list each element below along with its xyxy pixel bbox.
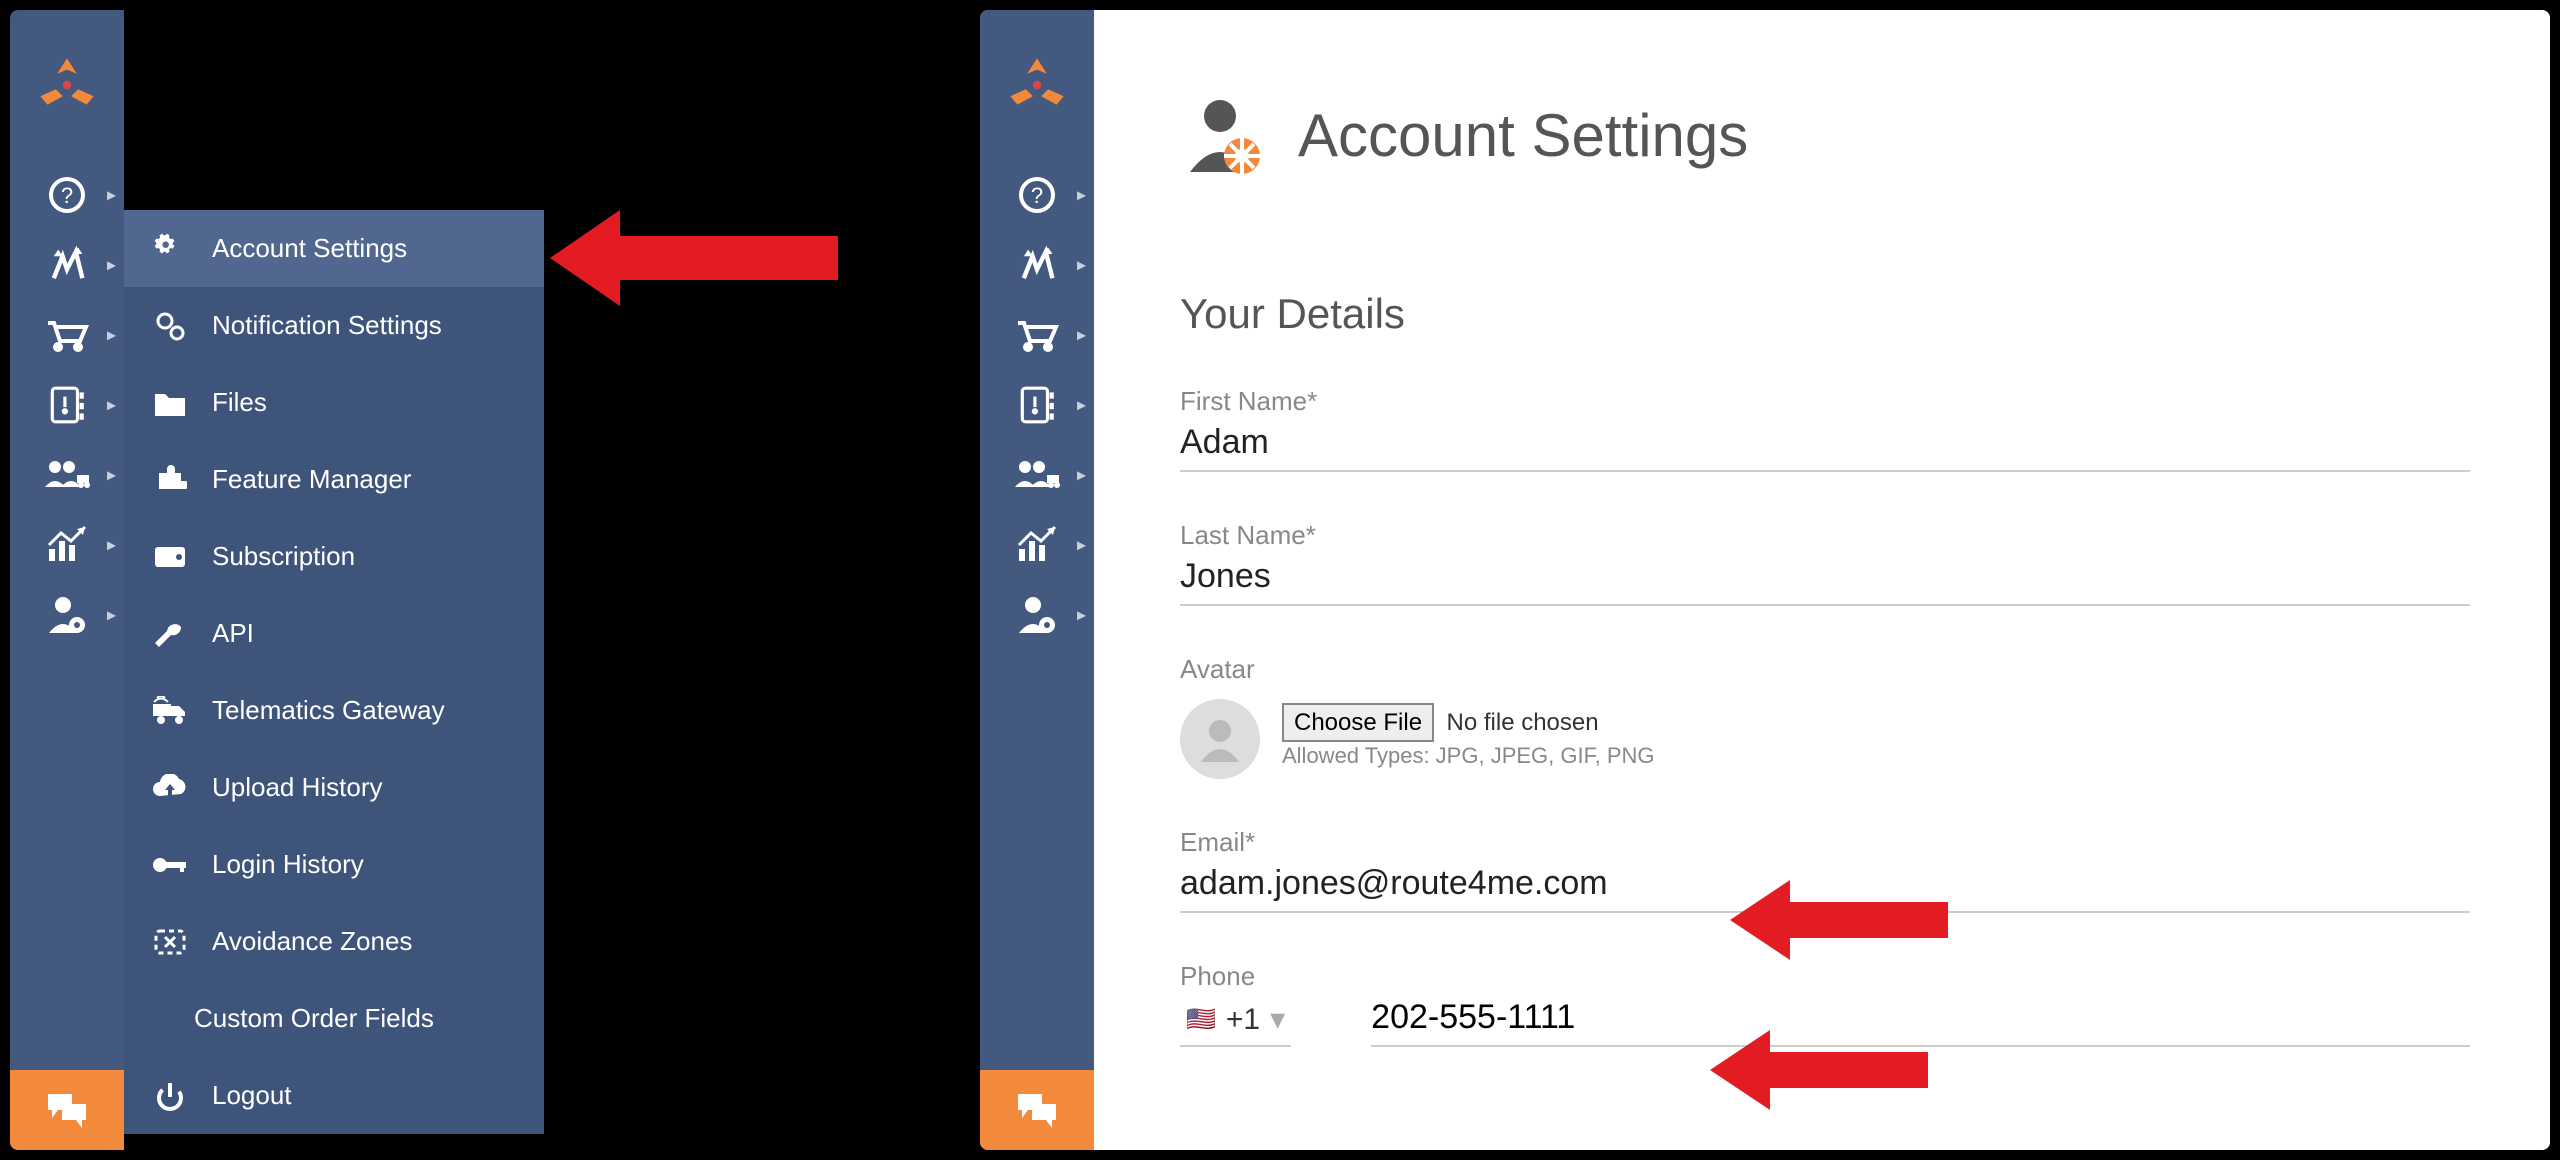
chevron-right-icon: ▸	[107, 185, 116, 206]
flyout-feature-manager[interactable]: Feature Manager	[124, 441, 544, 518]
wrench-icon	[150, 614, 190, 654]
flyout-item-label: Login History	[212, 849, 364, 880]
nav-analytics[interactable]: ▸	[980, 510, 1094, 580]
chevron-right-icon: ▸	[1077, 605, 1086, 626]
flyout-api[interactable]: API	[124, 595, 544, 672]
phone-input[interactable]: 202-555-1111	[1371, 992, 2470, 1047]
chevron-right-icon: ▸	[1077, 255, 1086, 276]
flyout-avoidance-zones[interactable]: Avoidance Zones	[124, 903, 544, 980]
chevron-right-icon: ▸	[1077, 325, 1086, 346]
phone-country-select[interactable]: 🇺🇸 +1 ▾	[1180, 996, 1291, 1047]
nav-team[interactable]: ▸	[10, 440, 124, 510]
no-file-text: No file chosen	[1447, 709, 1599, 736]
flyout-item-label: Account Settings	[212, 233, 407, 264]
email-label: Email*	[1180, 827, 2470, 858]
flyout-item-label: Files	[212, 387, 267, 418]
nav-routes[interactable]: ▸	[10, 230, 124, 300]
svg-text:?: ?	[61, 183, 73, 208]
nav-rail: ? ▸ ▸ ▸ ▸ ▸ ▸	[10, 10, 124, 1150]
nav-chat[interactable]	[980, 1070, 1094, 1150]
page-title-text: Account Settings	[1298, 101, 1748, 170]
nav-account[interactable]: ▸	[980, 580, 1094, 650]
nav-team[interactable]: ▸	[980, 440, 1094, 510]
gears-icon	[150, 306, 190, 346]
nav-help[interactable]: ? ▸	[10, 160, 124, 230]
flyout-item-label: Telematics Gateway	[212, 695, 445, 726]
nav-orders[interactable]: ▸	[10, 300, 124, 370]
last-name-input[interactable]: Jones	[1180, 551, 2470, 606]
flyout-files[interactable]: Files	[124, 364, 544, 441]
left-panel: ? ▸ ▸ ▸ ▸ ▸ ▸	[10, 10, 970, 1150]
flyout-item-label: Feature Manager	[212, 464, 411, 495]
puzzle-icon	[150, 460, 190, 500]
avatar-label: Avatar	[1180, 654, 2470, 685]
flyout-logout[interactable]: Logout	[124, 1057, 544, 1134]
power-icon	[150, 1076, 190, 1116]
nav-rail: ?▸ ▸ ▸ ▸ ▸ ▸ ▸	[980, 10, 1094, 1150]
chevron-down-icon: ▾	[1270, 1002, 1285, 1037]
flyout-item-label: Upload History	[212, 772, 383, 803]
first-name-label: First Name*	[1180, 386, 2470, 417]
wallet-icon	[150, 537, 190, 577]
flyout-account-settings[interactable]: Account Settings	[124, 210, 544, 287]
chevron-right-icon: ▸	[107, 255, 116, 276]
flyout-item-label: Custom Order Fields	[194, 1003, 434, 1034]
email-field: Email* adam.jones@route4me.com	[1180, 827, 2470, 913]
nav-analytics[interactable]: ▸	[10, 510, 124, 580]
chevron-right-icon: ▸	[107, 605, 116, 626]
avatar-field: Avatar Choose File No file chosen Allowe…	[1180, 654, 2470, 779]
flyout-item-label: Notification Settings	[212, 310, 442, 341]
logo-icon	[980, 10, 1094, 160]
flyout-upload-history[interactable]: Upload History	[124, 749, 544, 826]
nav-routes[interactable]: ▸	[980, 230, 1094, 300]
flyout-item-label: Logout	[212, 1080, 292, 1111]
flyout-item-label: Subscription	[212, 541, 355, 572]
section-your-details: Your Details	[1180, 290, 2470, 338]
flyout-custom-order-fields[interactable]: Custom Order Fields	[124, 980, 544, 1057]
flyout-item-label: Avoidance Zones	[212, 926, 412, 957]
nav-address-book[interactable]: ▸	[10, 370, 124, 440]
flyout-login-history[interactable]: Login History	[124, 826, 544, 903]
page-title: Account Settings	[1180, 90, 2470, 180]
zone-icon	[150, 922, 190, 962]
chevron-right-icon: ▸	[1077, 535, 1086, 556]
chevron-right-icon: ▸	[1077, 395, 1086, 416]
chevron-right-icon: ▸	[107, 325, 116, 346]
chevron-right-icon: ▸	[107, 535, 116, 556]
nav-orders[interactable]: ▸	[980, 300, 1094, 370]
chevron-right-icon: ▸	[107, 395, 116, 416]
first-name-field: First Name* Adam	[1180, 386, 2470, 472]
avatar-placeholder-icon	[1180, 699, 1260, 779]
flyout-notification-settings[interactable]: Notification Settings	[124, 287, 544, 364]
phone-label: Phone	[1180, 961, 2470, 992]
chevron-right-icon: ▸	[107, 465, 116, 486]
flyout-telematics[interactable]: Telematics Gateway	[124, 672, 544, 749]
last-name-field: Last Name* Jones	[1180, 520, 2470, 606]
svg-text:?: ?	[1031, 183, 1043, 208]
right-panel: ?▸ ▸ ▸ ▸ ▸ ▸ ▸ Account Settings Your Det…	[980, 10, 2550, 1150]
nav-chat[interactable]	[10, 1070, 124, 1150]
phone-cc-text: +1	[1226, 1003, 1260, 1037]
flyout-subscription[interactable]: Subscription	[124, 518, 544, 595]
flyout-item-label: API	[212, 618, 254, 649]
account-settings-icon	[1180, 90, 1270, 180]
nav-address-book[interactable]: ▸	[980, 370, 1094, 440]
truck-icon	[150, 691, 190, 731]
choose-file-button[interactable]: Choose File	[1282, 703, 1434, 742]
last-name-label: Last Name*	[1180, 520, 2470, 551]
logo-icon	[10, 10, 124, 160]
chevron-right-icon: ▸	[1077, 185, 1086, 206]
nav-account[interactable]: ▸	[10, 580, 124, 650]
account-flyout: Account Settings Notification Settings F…	[124, 210, 544, 1134]
folder-icon	[150, 383, 190, 423]
gear-icon	[150, 229, 190, 269]
flag-us-icon: 🇺🇸	[1186, 1005, 1216, 1034]
first-name-input[interactable]: Adam	[1180, 417, 2470, 472]
nav-help[interactable]: ?▸	[980, 160, 1094, 230]
key-icon	[150, 845, 190, 885]
cloud-upload-icon	[150, 768, 190, 808]
chevron-right-icon: ▸	[1077, 465, 1086, 486]
allowed-types-text: Allowed Types: JPG, JPEG, GIF, PNG	[1282, 743, 1655, 769]
phone-field: Phone 🇺🇸 +1 ▾ 202-555-1111	[1180, 961, 2470, 1047]
